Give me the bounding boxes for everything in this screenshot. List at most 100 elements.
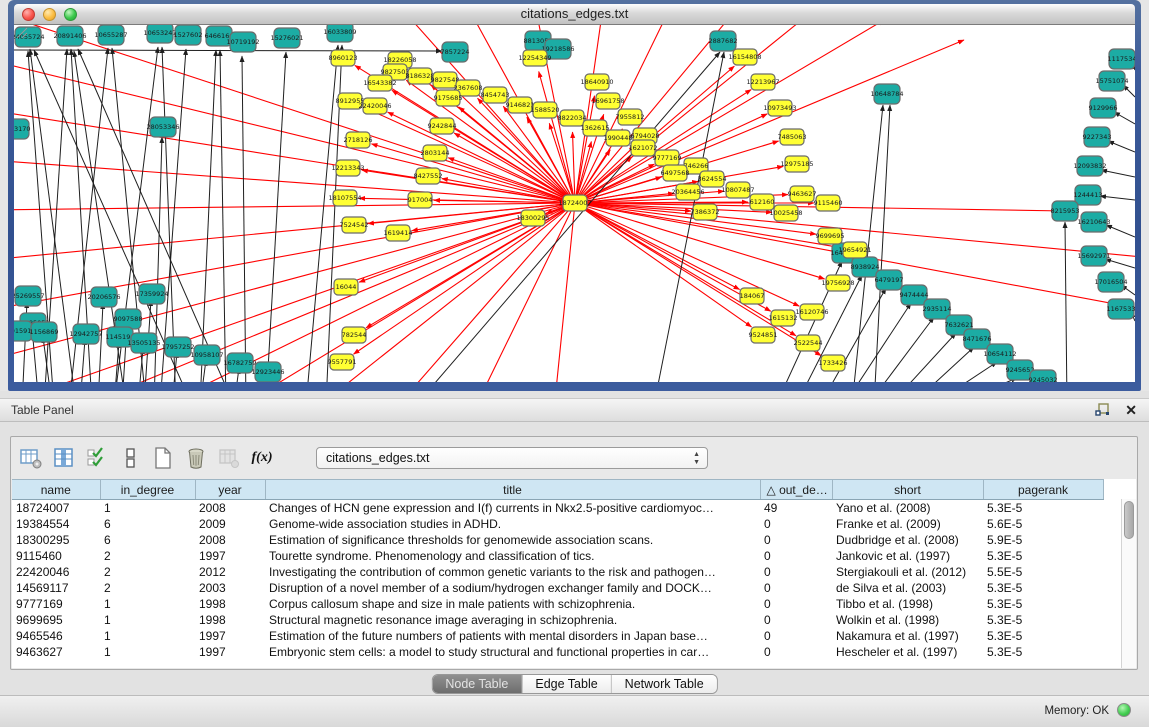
table-cell[interactable]: 1 [100, 628, 195, 644]
table-cell[interactable]: de Silva et al. (2003) [832, 580, 983, 596]
table-cell[interactable]: 2 [100, 564, 195, 580]
table-cell[interactable]: 1997 [195, 548, 265, 564]
table-row[interactable]: 946362711997Embryonic stem cells: a mode… [12, 644, 1103, 660]
table-cell[interactable]: 6 [100, 516, 195, 532]
table-row[interactable]: 1830029562008Estimation of significance … [12, 532, 1103, 548]
table-cell[interactable]: 0 [760, 612, 832, 628]
column-header-out_de[interactable]: △ out_de… [760, 480, 832, 500]
resize-grip[interactable] [14, 25, 28, 39]
table-selector-combobox[interactable]: citations_edges.txt ▲▼ [316, 447, 708, 469]
column-header-pagerank[interactable]: pagerank [983, 480, 1103, 500]
table-cell[interactable]: 14569117 [12, 580, 100, 596]
table-cell[interactable]: 0 [760, 548, 832, 564]
table-cell[interactable]: 49 [760, 500, 832, 516]
table-cell[interactable]: Investigating the contribution of common… [265, 564, 760, 580]
table-cell[interactable]: 5.3E-5 [983, 548, 1103, 564]
table-row[interactable]: 969969511998Structural magnetic resonanc… [12, 612, 1103, 628]
table-cell[interactable]: 5.3E-5 [983, 500, 1103, 516]
table-row[interactable]: 1872400712008Changes of HCN gene express… [12, 500, 1103, 516]
table-cell[interactable]: 9115460 [12, 548, 100, 564]
column-header-in_degree[interactable]: in_degree [100, 480, 195, 500]
table-cell[interactable]: Wolkin et al. (1998) [832, 612, 983, 628]
table-cell[interactable]: 1 [100, 500, 195, 516]
table-cell[interactable]: Changes of HCN gene expression and I(f) … [265, 500, 760, 516]
new-table-icon[interactable] [152, 447, 174, 469]
table-cell[interactable]: 5.9E-5 [983, 532, 1103, 548]
table-cell[interactable]: Estimation of the future numbers of pati… [265, 628, 760, 644]
table-cell[interactable]: 2009 [195, 516, 265, 532]
table-cell[interactable]: 5.3E-5 [983, 596, 1103, 612]
table-cell[interactable]: Dudbridge et al. (2008) [832, 532, 983, 548]
table-row[interactable]: 2242004622012Investigating the contribut… [12, 564, 1103, 580]
table-cell[interactable]: 0 [760, 516, 832, 532]
table-cell[interactable]: Disruption of a novel member of a sodium… [265, 580, 760, 596]
window-titlebar[interactable]: citations_edges.txt [14, 4, 1135, 25]
table-cell[interactable]: Tourette syndrome. Phenomenology and cla… [265, 548, 760, 564]
table-cell[interactable]: 2 [100, 580, 195, 596]
table-row[interactable]: 1938455462009Genome-wide association stu… [12, 516, 1103, 532]
table-cell[interactable]: Genome-wide association studies in ADHD. [265, 516, 760, 532]
table-cell[interactable]: Jankovic et al. (1997) [832, 548, 983, 564]
table-cell[interactable]: 1997 [195, 644, 265, 660]
column-edit-icon[interactable] [53, 447, 75, 469]
table-cell[interactable]: 9777169 [12, 596, 100, 612]
table-cell[interactable]: 1997 [195, 628, 265, 644]
select-rows-icon[interactable] [86, 447, 108, 469]
table-cell[interactable]: 1 [100, 596, 195, 612]
table-cell[interactable]: Nakamura et al. (1997) [832, 628, 983, 644]
table-cell[interactable]: 5.3E-5 [983, 644, 1103, 660]
table-cell[interactable]: 2008 [195, 532, 265, 548]
table-cell[interactable]: 0 [760, 628, 832, 644]
column-header-short[interactable]: short [832, 480, 983, 500]
table-cell[interactable]: Corpus callosum shape and size in male p… [265, 596, 760, 612]
table-cell[interactable]: 18300295 [12, 532, 100, 548]
table-cell[interactable]: 18724007 [12, 500, 100, 516]
table-cell[interactable]: 9699695 [12, 612, 100, 628]
table-cell[interactable]: 19384554 [12, 516, 100, 532]
table-cell[interactable]: 22420046 [12, 564, 100, 580]
network-canvas[interactable]: 2405572420891406106552871065324715276026… [14, 25, 1135, 382]
table-cell[interactable]: Yano et al. (2008) [832, 500, 983, 516]
table-row[interactable]: 946554611997Estimation of the future num… [12, 628, 1103, 644]
table-cell[interactable]: 0 [760, 564, 832, 580]
table-cell[interactable]: 0 [760, 596, 832, 612]
table-cell[interactable]: Hescheler et al. (1997) [832, 644, 983, 660]
column-header-year[interactable]: year [195, 480, 265, 500]
table-cell[interactable]: 9465546 [12, 628, 100, 644]
table-cell[interactable]: Stergiakouli et al. (2012) [832, 564, 983, 580]
table-row[interactable]: 911546021997Tourette syndrome. Phenomeno… [12, 548, 1103, 564]
table-cell[interactable]: 0 [760, 580, 832, 596]
table-cell[interactable]: Structural magnetic resonance image aver… [265, 612, 760, 628]
import-table-icon[interactable] [218, 447, 240, 469]
table-cell[interactable]: 5.5E-5 [983, 564, 1103, 580]
table-row[interactable]: 977716911998Corpus callosum shape and si… [12, 596, 1103, 612]
table-cell[interactable]: 5.3E-5 [983, 580, 1103, 596]
tab-edge-table[interactable]: Edge Table [521, 675, 610, 693]
table-cell[interactable]: 1998 [195, 612, 265, 628]
table-cell[interactable]: 5.3E-5 [983, 612, 1103, 628]
attribute-table[interactable]: namein_degreeyeartitle△ out_de…shortpage… [12, 479, 1104, 660]
table-cell[interactable]: 5.6E-5 [983, 516, 1103, 532]
column-header-name[interactable]: name [12, 480, 100, 500]
table-cell[interactable]: 0 [760, 644, 832, 660]
table-scrollbar[interactable] [1121, 499, 1136, 668]
table-cell[interactable]: 2003 [195, 580, 265, 596]
table-row[interactable]: 1456911722003Disruption of a novel membe… [12, 580, 1103, 596]
float-panel-icon[interactable] [1095, 403, 1111, 418]
table-cell[interactable]: 1 [100, 644, 195, 660]
network-graph[interactable]: 2405572420891406106552871065324715276026… [14, 25, 1135, 382]
table-cell[interactable]: 0 [760, 532, 832, 548]
table-cell[interactable]: 2008 [195, 500, 265, 516]
tab-node-table[interactable]: Node Table [432, 675, 521, 693]
function-builder-icon[interactable]: f(x) [251, 447, 273, 469]
delete-table-icon[interactable] [185, 447, 207, 469]
column-header-title[interactable]: title [265, 480, 760, 500]
table-cell[interactable]: 9463627 [12, 644, 100, 660]
table-cell[interactable]: 2 [100, 548, 195, 564]
table-cell[interactable]: 5.3E-5 [983, 628, 1103, 644]
table-cell[interactable]: Franke et al. (2009) [832, 516, 983, 532]
close-panel-icon[interactable]: ✕ [1125, 402, 1137, 418]
tab-network-table[interactable]: Network Table [611, 675, 717, 693]
table-cell[interactable]: 2012 [195, 564, 265, 580]
table-cell[interactable]: Tibbo et al. (1998) [832, 596, 983, 612]
